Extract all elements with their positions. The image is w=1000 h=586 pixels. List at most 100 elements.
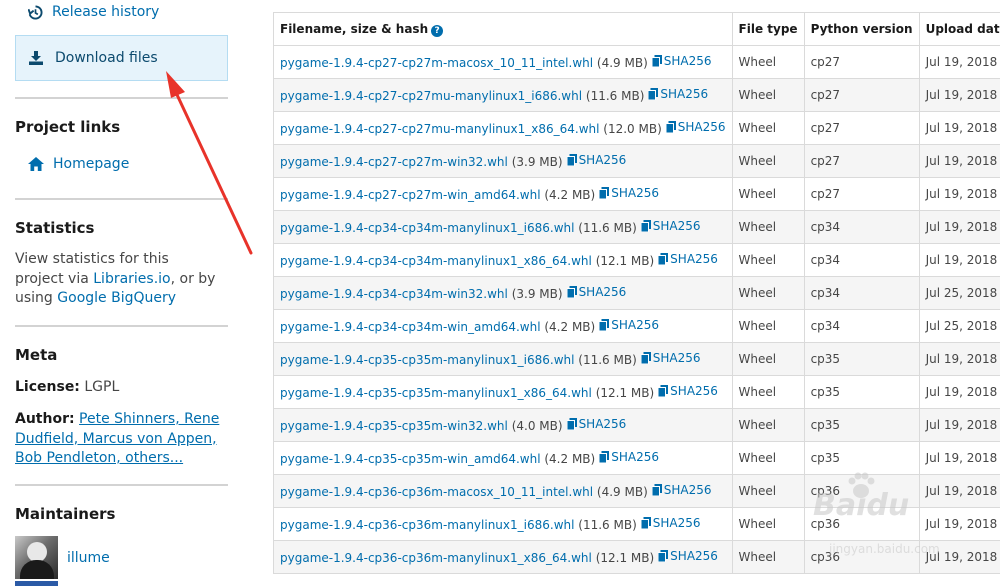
sha256-link[interactable]: SHA256 [599,318,659,332]
cell-filename: pygame-1.9.4-cp34-cp34m-manylinux1_i686.… [273,210,733,244]
cell-python-version: cp27 [803,144,920,178]
cell-filename: pygame-1.9.4-cp35-cp35m-manylinux1_i686.… [273,342,733,376]
file-download-link[interactable]: pygame-1.9.4-cp34-cp34m-win_amd64.whl [280,320,541,334]
table-row: pygame-1.9.4-cp35-cp35m-win32.whl (4.0 M… [273,408,1000,442]
sha256-link[interactable]: SHA256 [651,483,712,497]
file-download-link[interactable]: pygame-1.9.4-cp27-cp27mu-manylinux1_x86_… [280,122,599,136]
cell-file-type: Wheel [731,45,805,79]
file-download-link[interactable]: pygame-1.9.4-cp34-cp34m-manylinux1_i686.… [280,221,574,235]
header-upload-date: Upload date [918,12,1000,46]
cell-file-type: Wheel [731,507,805,541]
file-download-link[interactable]: pygame-1.9.4-cp36-cp36m-macosx_10_11_int… [280,485,593,499]
file-size: (11.6 MB) [578,221,637,235]
file-download-link[interactable]: pygame-1.9.4-cp34-cp34m-win32.whl [280,287,508,301]
cell-python-version: cp34 [803,210,920,244]
sha256-link[interactable]: SHA256 [566,417,626,431]
cell-filename: pygame-1.9.4-cp27-cp27m-win32.whl (3.9 M… [273,144,733,178]
file-download-link[interactable]: pygame-1.9.4-cp27-cp27m-win_amd64.whl [280,188,541,202]
download-files-link[interactable]: Download files [29,50,158,66]
file-download-link[interactable]: pygame-1.9.4-cp27-cp27mu-manylinux1_i686… [280,89,582,103]
sha256-link[interactable]: SHA256 [599,186,659,200]
sha256-link[interactable]: SHA256 [640,219,701,233]
sha256-label: SHA256 [663,54,712,68]
files-table: Filename, size & hash? File type Python … [273,12,1000,574]
file-download-link[interactable]: pygame-1.9.4-cp35-cp35m-manylinux1_i686.… [280,353,574,367]
file-download-link[interactable]: pygame-1.9.4-cp35-cp35m-win32.whl [280,419,508,433]
cell-file-type: Wheel [731,177,805,211]
file-download-link[interactable]: pygame-1.9.4-cp27-cp27m-macosx_10_11_int… [280,56,593,70]
file-size: (3.9 MB) [511,155,563,169]
copy-icon [648,88,659,100]
file-download-link[interactable]: pygame-1.9.4-cp34-cp34m-manylinux1_x86_6… [280,254,592,268]
libraries-io-link[interactable]: Libraries.io [93,271,170,287]
cell-file-type: Wheel [731,474,805,508]
table-row: pygame-1.9.4-cp35-cp35m-manylinux1_x86_6… [273,375,1000,409]
cell-filename: pygame-1.9.4-cp35-cp35m-win_amd64.whl (4… [273,441,733,475]
maintainer-name[interactable]: illume [67,550,110,566]
sha256-link[interactable]: SHA256 [640,351,701,365]
sha256-link[interactable]: SHA256 [658,252,718,266]
history-icon [28,4,43,20]
sha256-label: SHA256 [670,384,718,398]
copy-icon [651,484,662,496]
cell-upload-date: Jul 19, 2018 [918,144,1000,178]
table-row: pygame-1.9.4-cp36-cp36m-macosx_10_11_int… [273,474,1000,508]
cell-filename: pygame-1.9.4-cp27-cp27mu-manylinux1_i686… [273,78,733,112]
sha256-label: SHA256 [611,186,659,200]
file-size: (11.6 MB) [578,518,637,532]
cell-filename: pygame-1.9.4-cp36-cp36m-manylinux1_x86_6… [273,540,733,574]
help-icon[interactable]: ? [431,24,444,37]
cell-filename: pygame-1.9.4-cp34-cp34m-win32.whl (3.9 M… [273,276,733,310]
cell-file-type: Wheel [731,540,805,574]
sha256-link[interactable]: SHA256 [599,450,659,464]
sha256-link[interactable]: SHA256 [658,549,718,563]
sha256-link[interactable]: SHA256 [665,120,726,134]
file-size: (12.1 MB) [595,386,655,400]
file-size: (4.0 MB) [511,419,563,433]
copy-icon [599,319,610,331]
file-download-link[interactable]: pygame-1.9.4-cp35-cp35m-manylinux1_x86_6… [280,386,592,400]
cell-upload-date: Jul 19, 2018 [918,342,1000,376]
cell-filename: pygame-1.9.4-cp34-cp34m-manylinux1_x86_6… [273,243,733,277]
maintainer-item[interactable]: illume [15,536,110,579]
file-download-link[interactable]: pygame-1.9.4-cp36-cp36m-manylinux1_i686.… [280,518,574,532]
table-row: pygame-1.9.4-cp34-cp34m-manylinux1_i686.… [273,210,1000,244]
sha256-label: SHA256 [652,516,701,530]
home-icon [28,157,44,171]
file-download-link[interactable]: pygame-1.9.4-cp36-cp36m-manylinux1_x86_6… [280,551,592,565]
license-value: LGPL [79,379,120,395]
sha256-label: SHA256 [677,120,726,134]
download-icon [29,51,43,65]
cell-upload-date: Jul 19, 2018 [918,78,1000,112]
table-row: pygame-1.9.4-cp35-cp35m-manylinux1_i686.… [273,342,1000,376]
homepage-link[interactable]: Homepage [28,156,129,172]
copy-icon [566,418,577,430]
cell-file-type: Wheel [731,375,805,409]
maintainers-heading: Maintainers [15,505,116,523]
author-label: Author: [15,411,75,427]
cell-file-type: Wheel [731,342,805,376]
sha256-link[interactable]: SHA256 [640,516,701,530]
cell-python-version: cp36 [803,474,920,508]
table-row: pygame-1.9.4-cp27-cp27m-win32.whl (3.9 M… [273,144,1000,178]
copy-icon [599,187,610,199]
cell-file-type: Wheel [731,210,805,244]
table-row: pygame-1.9.4-cp35-cp35m-win_amd64.whl (4… [273,441,1000,475]
file-download-link[interactable]: pygame-1.9.4-cp27-cp27m-win32.whl [280,155,508,169]
table-header-row: Filename, size & hash? File type Python … [273,12,1000,46]
sha256-link[interactable]: SHA256 [648,87,708,101]
sha256-link[interactable]: SHA256 [566,285,626,299]
table-row: pygame-1.9.4-cp34-cp34m-win32.whl (3.9 M… [273,276,1000,310]
cell-filename: pygame-1.9.4-cp36-cp36m-macosx_10_11_int… [273,474,733,508]
sha256-link[interactable]: SHA256 [566,153,626,167]
download-files-tab[interactable]: Download files [15,35,228,81]
release-history-link[interactable]: Release history [28,4,159,20]
copy-icon [658,253,669,265]
sha256-link[interactable]: SHA256 [658,384,718,398]
file-size: (4.2 MB) [544,320,596,334]
sha256-link[interactable]: SHA256 [651,54,712,68]
google-bigquery-link[interactable]: Google BigQuery [57,290,176,306]
file-download-link[interactable]: pygame-1.9.4-cp35-cp35m-win_amd64.whl [280,452,541,466]
file-size: (3.9 MB) [511,287,563,301]
homepage-label: Homepage [53,156,130,172]
